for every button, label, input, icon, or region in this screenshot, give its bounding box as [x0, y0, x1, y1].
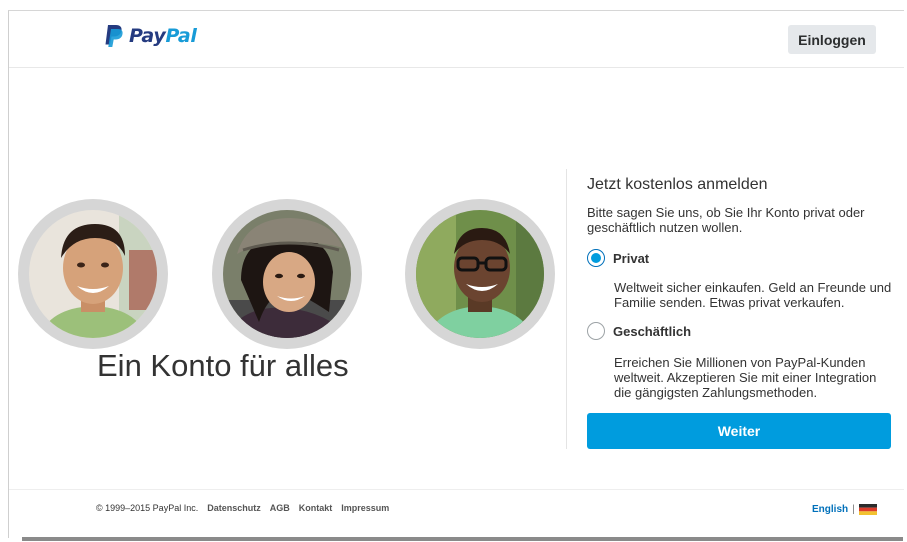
- paypal-logo[interactable]: PayPal: [104, 24, 197, 48]
- continue-button[interactable]: Weiter: [587, 413, 891, 449]
- language-selector: English |: [812, 504, 877, 515]
- logo-text-pal: Pal: [165, 25, 197, 47]
- page-frame: PayPal Einloggen Ein Konto für alles Jet…: [8, 10, 904, 538]
- option-desc-private: Weltweit sicher einkaufen. Geld an Freun…: [614, 280, 892, 310]
- footer-link-privacy[interactable]: Datenschutz: [207, 503, 261, 513]
- logo-text-pay: Pay: [129, 25, 166, 47]
- copyright-text: © 1999–2015 PayPal Inc.: [96, 503, 199, 513]
- hero-headline: Ein Konto für alles: [97, 348, 349, 383]
- account-type-private-option[interactable]: Privat: [587, 249, 649, 267]
- signup-title: Jetzt kostenlos anmelden: [587, 176, 768, 193]
- radio-business[interactable]: [587, 322, 605, 340]
- language-separator: |: [852, 504, 855, 515]
- avatar-person-2: [212, 199, 362, 349]
- footer-link-imprint[interactable]: Impressum: [341, 503, 389, 513]
- paypal-logo-icon: [105, 25, 123, 47]
- footer-links: © 1999–2015 PayPal Inc. Datenschutz AGB …: [96, 503, 389, 513]
- option-label-private: Privat: [613, 250, 650, 266]
- vertical-divider: [566, 169, 567, 449]
- option-label-business: Geschäftlich: [613, 323, 692, 339]
- option-desc-business: Erreichen Sie Millionen von PayPal-Kunde…: [614, 355, 877, 400]
- signup-intro: Bitte sagen Sie uns, ob Sie Ihr Konto pr…: [587, 205, 865, 235]
- footer-link-terms[interactable]: AGB: [270, 503, 290, 513]
- header: PayPal Einloggen: [9, 11, 904, 68]
- avatar-person-1: [18, 199, 168, 349]
- avatar-photo: [416, 210, 544, 338]
- language-link-english[interactable]: English: [812, 504, 848, 515]
- avatar-photo: [29, 210, 157, 338]
- avatar-photo: [223, 210, 351, 338]
- page-shadow: [22, 537, 903, 541]
- avatar-person-3: [405, 199, 555, 349]
- radio-private[interactable]: [587, 249, 605, 267]
- login-button[interactable]: Einloggen: [788, 25, 876, 54]
- germany-flag-icon[interactable]: [858, 504, 877, 515]
- footer-link-contact[interactable]: Kontakt: [299, 503, 333, 513]
- footer: © 1999–2015 PayPal Inc. Datenschutz AGB …: [9, 489, 904, 539]
- paypal-logo-text: PayPal: [129, 25, 197, 47]
- account-type-business-option[interactable]: Geschäftlich: [587, 322, 691, 340]
